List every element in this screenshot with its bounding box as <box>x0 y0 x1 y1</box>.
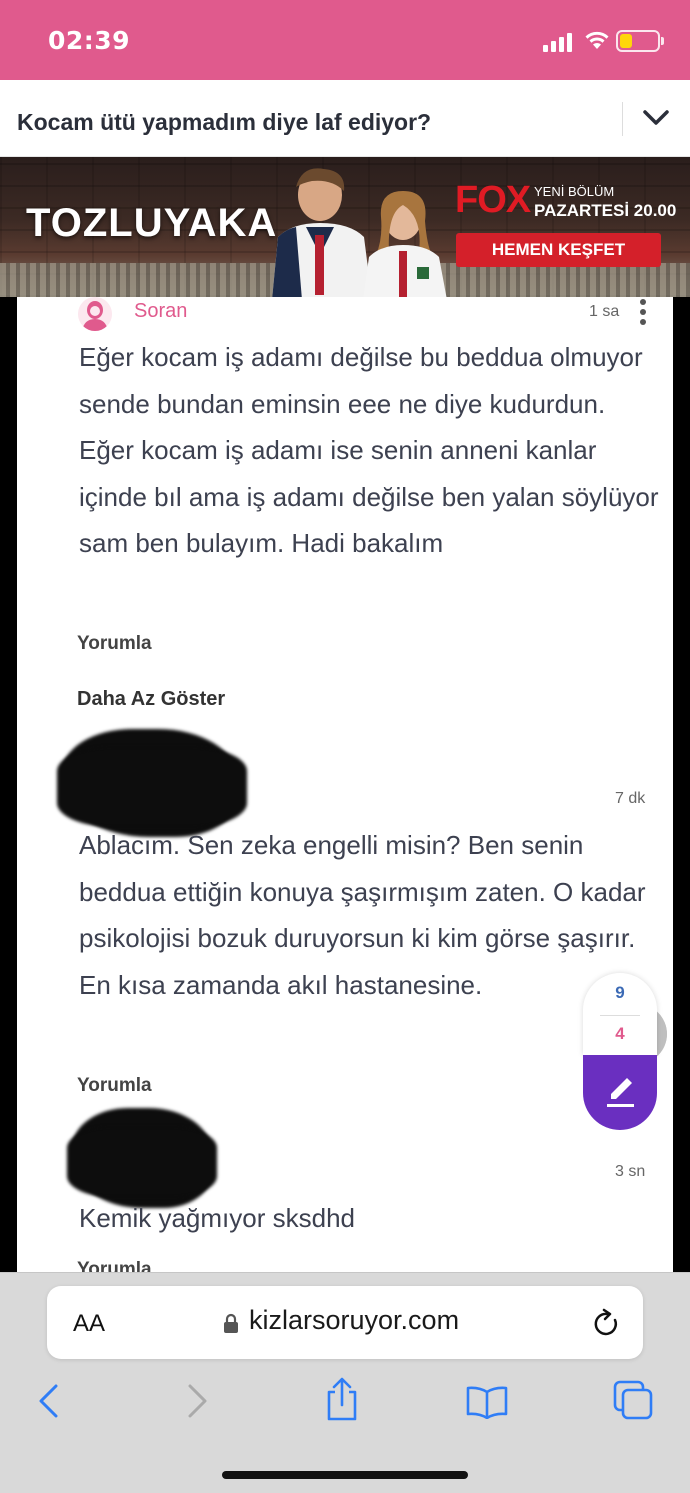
comment-time: 1 sa <box>589 303 620 320</box>
divider <box>622 102 623 136</box>
avatar <box>78 297 112 331</box>
comments-panel: Soran 1 sa Eğer kocam iş adamı değilse b… <box>17 297 673 1272</box>
more-options-icon[interactable] <box>639 299 647 325</box>
lock-icon <box>224 1313 238 1333</box>
battery-icon <box>616 30 660 52</box>
comment-author[interactable]: Soran <box>134 300 187 323</box>
page-title: Kocam ütü yapmadım diye laf ediyor? <box>17 109 432 135</box>
comment-text: Kemik yağmıyor sksdhd <box>79 1203 355 1233</box>
wifi-icon <box>585 31 609 49</box>
chevron-down-icon[interactable] <box>642 108 670 128</box>
ad-banner[interactable]: TOZLUYAKA FOX YENİ BÖLÜM PAZARTESİ 20.00… <box>0 157 690 297</box>
channel-logo: FOX <box>455 179 531 221</box>
downvote-count[interactable]: 4 <box>583 1024 657 1044</box>
discover-button[interactable]: HEMEN KEŞFET <box>456 233 661 267</box>
upvote-count[interactable]: 9 <box>583 983 657 1003</box>
reply-link[interactable]: Yorumla <box>77 633 152 655</box>
comment-text: Ablacım. Sen zeka engelli misin? Ben sen… <box>79 830 646 1000</box>
share-icon[interactable] <box>324 1377 360 1421</box>
write-comment-button[interactable] <box>583 1055 657 1130</box>
schedule-label: PAZARTESİ 20.00 <box>534 201 677 220</box>
browser-toolbar: AA kizlarsoruyor.com <box>0 1272 690 1493</box>
question-title-bar[interactable]: Kocam ütü yapmadım diye laf ediyor? <box>0 80 690 157</box>
new-episode-label: YENİ BÖLÜM <box>534 184 615 199</box>
bookmarks-icon[interactable] <box>465 1385 509 1419</box>
forward-icon[interactable] <box>186 1383 210 1419</box>
text-size-button[interactable]: AA <box>73 1310 105 1338</box>
show-less-link[interactable]: Daha Az Göster <box>77 688 225 711</box>
divider <box>600 1015 640 1016</box>
show-title: TOZLUYAKA <box>26 201 278 245</box>
reply-link[interactable]: Yorumla <box>77 1259 152 1272</box>
redacted-user-scribble <box>67 1127 217 1197</box>
pencil-icon <box>607 1078 634 1107</box>
home-indicator <box>222 1471 468 1479</box>
url-text: kizlarsoruyor.com <box>249 1305 460 1335</box>
cellular-signal-icon <box>543 32 575 52</box>
tabs-icon[interactable] <box>612 1379 654 1421</box>
comment-time: 3 sn <box>615 1163 646 1180</box>
comment-time: 7 dk <box>615 790 646 807</box>
comment-text: Eğer kocam iş adamı değilse bu beddua ol… <box>79 342 659 558</box>
vote-widget: 9 4 <box>583 973 657 1055</box>
reload-icon[interactable] <box>593 1308 621 1338</box>
address-bar[interactable]: AA kizlarsoruyor.com <box>47 1286 643 1359</box>
status-time: 02:39 <box>48 26 131 55</box>
status-bar: 02:39 <box>0 0 690 80</box>
back-icon[interactable] <box>36 1383 60 1419</box>
reply-link[interactable]: Yorumla <box>77 1075 152 1097</box>
redacted-user-scribble <box>57 747 247 827</box>
banner-actress-image <box>363 191 447 297</box>
